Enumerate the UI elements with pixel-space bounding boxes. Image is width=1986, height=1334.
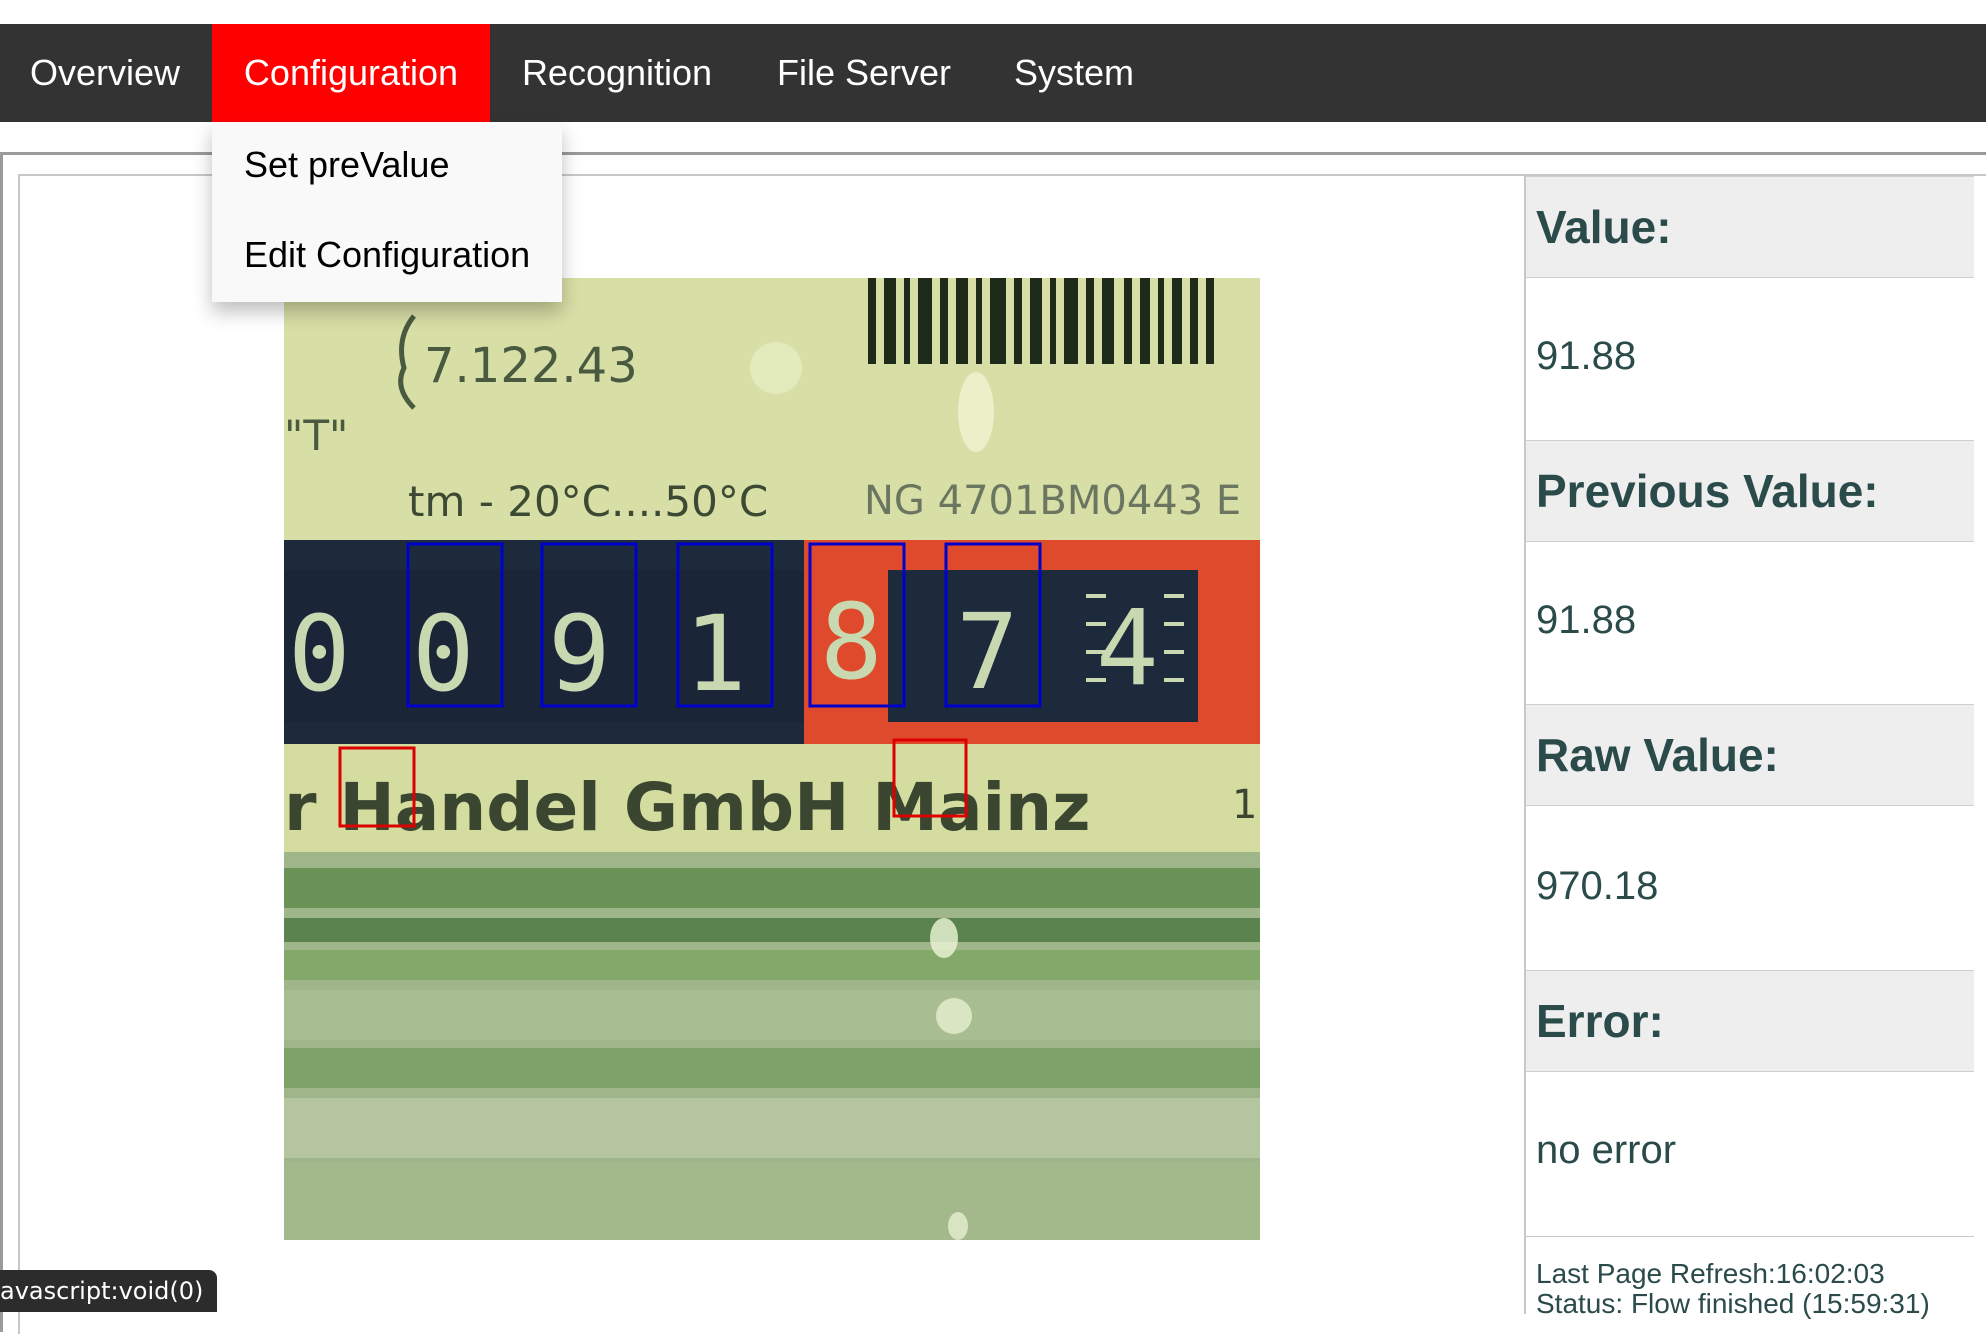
barcode-graphic (868, 278, 1214, 364)
meter-camera-image: 7.122.43 "T" tm - 20°C....50°C NG 4701BM… (284, 278, 1260, 1240)
flow-status-text: Status: Flow finished (15:59:31) (1536, 1288, 1930, 1319)
error-text: no error (1536, 1128, 1677, 1172)
nav-recognition[interactable]: Recognition (490, 24, 744, 122)
previous-value-label: Previous Value: (1526, 440, 1974, 542)
configuration-dropdown-menu: Set preValue Edit Configuration (212, 122, 562, 302)
value-label: Value: (1526, 176, 1974, 278)
raw-value-text: 970.18 (1536, 864, 1659, 908)
nav-file-server[interactable]: File Server (744, 24, 984, 122)
counter-digit: 7 (956, 591, 1019, 713)
raw-value-label: Raw Value: (1526, 704, 1974, 806)
quote-t-text: "T" (284, 411, 348, 460)
value-text: 91.88 (1536, 334, 1637, 378)
sidebar-footer-separator (1526, 1236, 1974, 1237)
counter-digit: 1 (684, 593, 747, 715)
previous-value-text: 91.88 (1536, 598, 1637, 642)
last-refresh-text: Last Page Refresh:16:02:03 (1536, 1258, 1885, 1289)
counter-digit: 4 (1096, 587, 1159, 709)
maker-text: r Handel GmbH Mainz (284, 769, 1091, 846)
nav-configuration[interactable]: Configuration (212, 24, 490, 122)
counter-digit: 9 (548, 593, 611, 715)
counter-digit: 8 (820, 581, 883, 703)
top-nav-bar: Overview Configuration Recognition File … (0, 24, 1986, 122)
menu-item-set-prevalue[interactable]: Set preValue (244, 144, 449, 186)
counter-digit: 0 (412, 593, 475, 715)
error-label: Error: (1526, 970, 1974, 1072)
meter-image-drawing: 7.122.43 "T" tm - 20°C....50°C NG 4701BM… (284, 278, 1260, 1240)
maker-trailing-text: 1 (1232, 782, 1257, 828)
serial-text: NG 4701BM0443 E (864, 478, 1241, 524)
spec-text: 7.122.43 (424, 338, 638, 394)
counter-digit: 0 (288, 593, 351, 715)
temp-range-text: tm - 20°C....50°C (408, 477, 768, 526)
nav-system[interactable]: System (984, 24, 1164, 122)
menu-item-edit-configuration[interactable]: Edit Configuration (244, 234, 530, 276)
browser-status-bar: avascript:void(0) (0, 1270, 218, 1312)
nav-overview[interactable]: Overview (0, 24, 210, 122)
